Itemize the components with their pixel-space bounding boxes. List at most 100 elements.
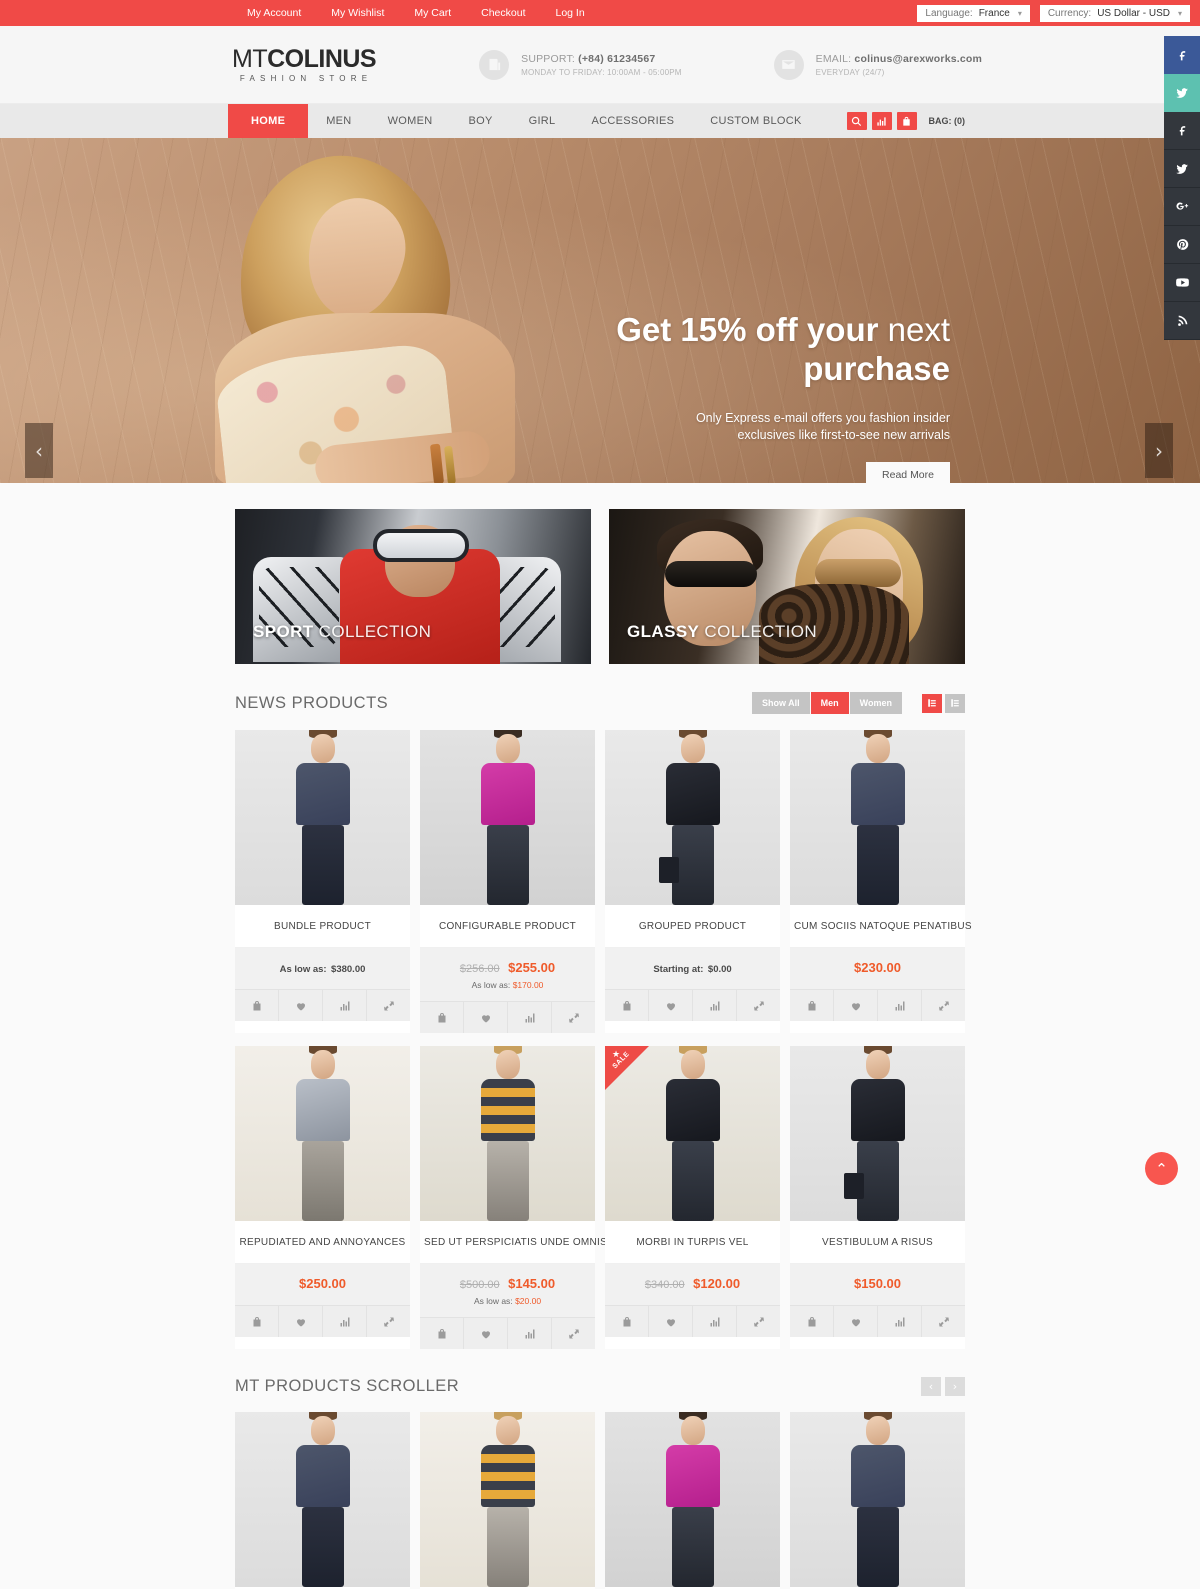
product-card[interactable]: BUNDLE PRODUCT As low as: $380.00 (235, 730, 410, 1033)
quick-view-expand-icon[interactable] (737, 990, 780, 1021)
product-image[interactable] (420, 730, 595, 905)
read-more-button[interactable]: Read More (866, 462, 950, 483)
add-to-cart-icon[interactable] (605, 990, 649, 1021)
product-name[interactable]: CONFIGURABLE PRODUCT (420, 905, 595, 948)
add-to-compare-chart-icon[interactable] (693, 1306, 737, 1337)
product-name[interactable]: GROUPED PRODUCT (605, 905, 780, 948)
nav-item-men[interactable]: MEN (308, 104, 369, 138)
add-to-cart-icon[interactable] (605, 1306, 649, 1337)
product-card[interactable]: CUM SOCIIS NATOQUE PENATIBUS $230.00 (235, 1412, 410, 1589)
pinterest-icon[interactable] (1164, 226, 1200, 264)
product-image[interactable] (790, 730, 965, 905)
nav-item-boy[interactable]: BOY (450, 104, 510, 138)
product-image[interactable] (790, 1046, 965, 1221)
compare-chart-icon[interactable] (871, 112, 892, 130)
scroll-to-top-button[interactable]: ⌃ (1145, 1152, 1178, 1185)
product-name[interactable]: CUM SOCIIS NATOQUE PENATIBUS (790, 905, 972, 948)
google-plus-icon[interactable] (1164, 188, 1200, 226)
add-to-compare-chart-icon[interactable] (508, 1002, 552, 1033)
top-link-my-wishlist[interactable]: My Wishlist (316, 0, 399, 26)
quick-view-expand-icon[interactable] (367, 990, 410, 1021)
quick-view-expand-icon[interactable] (367, 1306, 410, 1337)
product-name[interactable]: MORBI IN TURPIS VEL (605, 1221, 780, 1264)
scroller-prev-button[interactable]: ‹ (921, 1377, 941, 1396)
filter-women[interactable]: Women (849, 692, 902, 714)
product-image[interactable] (235, 1412, 410, 1587)
product-card[interactable]: CUM SOCIIS NATOQUE PENATIBUS $230.00 (790, 730, 972, 1033)
twitter-icon[interactable] (1164, 74, 1200, 112)
add-to-cart-icon[interactable] (235, 1306, 279, 1337)
scroller-next-button[interactable]: › (945, 1377, 965, 1396)
quick-view-expand-icon[interactable] (552, 1318, 595, 1349)
product-image[interactable] (235, 730, 410, 905)
language-selector[interactable]: Language: France ▾ (917, 4, 1030, 22)
top-link-my-account[interactable]: My Account (232, 0, 316, 26)
quick-view-expand-icon[interactable] (737, 1306, 780, 1337)
product-card[interactable]: SED UT PERSPICIATIS UNDE OMNIS $500.00 $… (420, 1046, 607, 1349)
nav-item-accessories[interactable]: ACCESSORIES (573, 104, 692, 138)
nav-item-custom-block[interactable]: CUSTOM BLOCK (692, 104, 819, 138)
hero-next-arrow[interactable]: › (1145, 423, 1173, 478)
add-to-compare-chart-icon[interactable] (508, 1318, 552, 1349)
youtube-icon[interactable] (1164, 264, 1200, 302)
grid-view-icon[interactable] (922, 693, 942, 713)
list-view-icon[interactable] (945, 693, 965, 713)
quick-view-expand-icon[interactable] (922, 990, 965, 1021)
hero-prev-arrow[interactable]: ‹ (25, 423, 53, 478)
add-to-cart-icon[interactable] (790, 990, 834, 1021)
currency-selector[interactable]: Currency: US Dollar - USD ▾ (1039, 4, 1190, 22)
add-to-wishlist-heart-icon[interactable] (834, 990, 878, 1021)
top-link-checkout[interactable]: Checkout (466, 0, 540, 26)
product-image[interactable] (790, 1412, 965, 1587)
product-card[interactable]: GROUPED PRODUCT Starting at: $0.00 (605, 730, 780, 1033)
quick-view-expand-icon[interactable] (552, 1002, 595, 1033)
facebook-icon[interactable] (1164, 112, 1200, 150)
product-card[interactable]: SED UT PERSPICIATIS UNDE OMNIS $500.00 $… (420, 1412, 595, 1589)
product-name[interactable]: VESTIBULUM A RISUS (790, 1221, 965, 1264)
add-to-wishlist-heart-icon[interactable] (279, 990, 323, 1021)
add-to-compare-chart-icon[interactable] (693, 990, 737, 1021)
promo-banner-sport[interactable]: SPORT COLLECTION (235, 509, 591, 664)
add-to-wishlist-heart-icon[interactable] (279, 1306, 323, 1337)
product-image[interactable] (605, 730, 780, 905)
product-name[interactable]: BUNDLE PRODUCT (235, 905, 410, 948)
add-to-cart-icon[interactable] (420, 1318, 464, 1349)
add-to-wishlist-heart-icon[interactable] (649, 990, 693, 1021)
add-to-compare-chart-icon[interactable] (323, 990, 367, 1021)
top-link-log-in[interactable]: Log In (540, 0, 599, 26)
add-to-wishlist-heart-icon[interactable] (464, 1318, 508, 1349)
cart-bag-icon[interactable] (896, 112, 917, 130)
add-to-wishlist-heart-icon[interactable] (649, 1306, 693, 1337)
filter-men[interactable]: Men (810, 692, 849, 714)
product-image[interactable] (235, 1046, 410, 1221)
site-logo[interactable]: MTCOLINUS FASHION STORE (232, 46, 377, 83)
add-to-cart-icon[interactable] (420, 1002, 464, 1033)
top-link-my-cart[interactable]: My Cart (399, 0, 466, 26)
quick-view-expand-icon[interactable] (922, 1306, 965, 1337)
search-icon[interactable] (846, 112, 867, 130)
product-image[interactable] (420, 1046, 595, 1221)
product-card[interactable]: BUNDLE PRODUCT As low as: $380.00 (790, 1412, 965, 1589)
add-to-wishlist-heart-icon[interactable] (834, 1306, 878, 1337)
add-to-compare-chart-icon[interactable] (878, 1306, 922, 1337)
add-to-cart-icon[interactable] (790, 1306, 834, 1337)
add-to-compare-chart-icon[interactable] (878, 990, 922, 1021)
product-card[interactable]: CONFIGURABLE PRODUCT $256.00 $255.00 As … (420, 730, 595, 1033)
product-card[interactable]: CONFIGURABLE PRODUCT $256.00 $255.00 (605, 1412, 780, 1589)
product-name[interactable]: REPUDIATED AND ANNOYANCES (235, 1221, 410, 1264)
nav-item-women[interactable]: WOMEN (370, 104, 451, 138)
add-to-cart-icon[interactable] (235, 990, 279, 1021)
bag-count-label[interactable]: BAG: (0) (929, 116, 966, 126)
product-name[interactable]: SED UT PERSPICIATIS UNDE OMNIS (420, 1221, 607, 1264)
filter-show-all[interactable]: Show All (751, 692, 810, 714)
nav-item-home[interactable]: HOME (228, 104, 309, 138)
product-image[interactable] (420, 1412, 595, 1587)
twitter-icon[interactable] (1164, 150, 1200, 188)
product-card[interactable]: ★ SALE MORBI IN TURPIS VEL $340.00 $120.… (605, 1046, 780, 1349)
nav-item-girl[interactable]: GIRL (511, 104, 574, 138)
add-to-wishlist-heart-icon[interactable] (464, 1002, 508, 1033)
add-to-compare-chart-icon[interactable] (323, 1306, 367, 1337)
product-card[interactable]: REPUDIATED AND ANNOYANCES $250.00 (235, 1046, 410, 1349)
rss-icon[interactable] (1164, 302, 1200, 340)
product-image[interactable] (605, 1412, 780, 1587)
